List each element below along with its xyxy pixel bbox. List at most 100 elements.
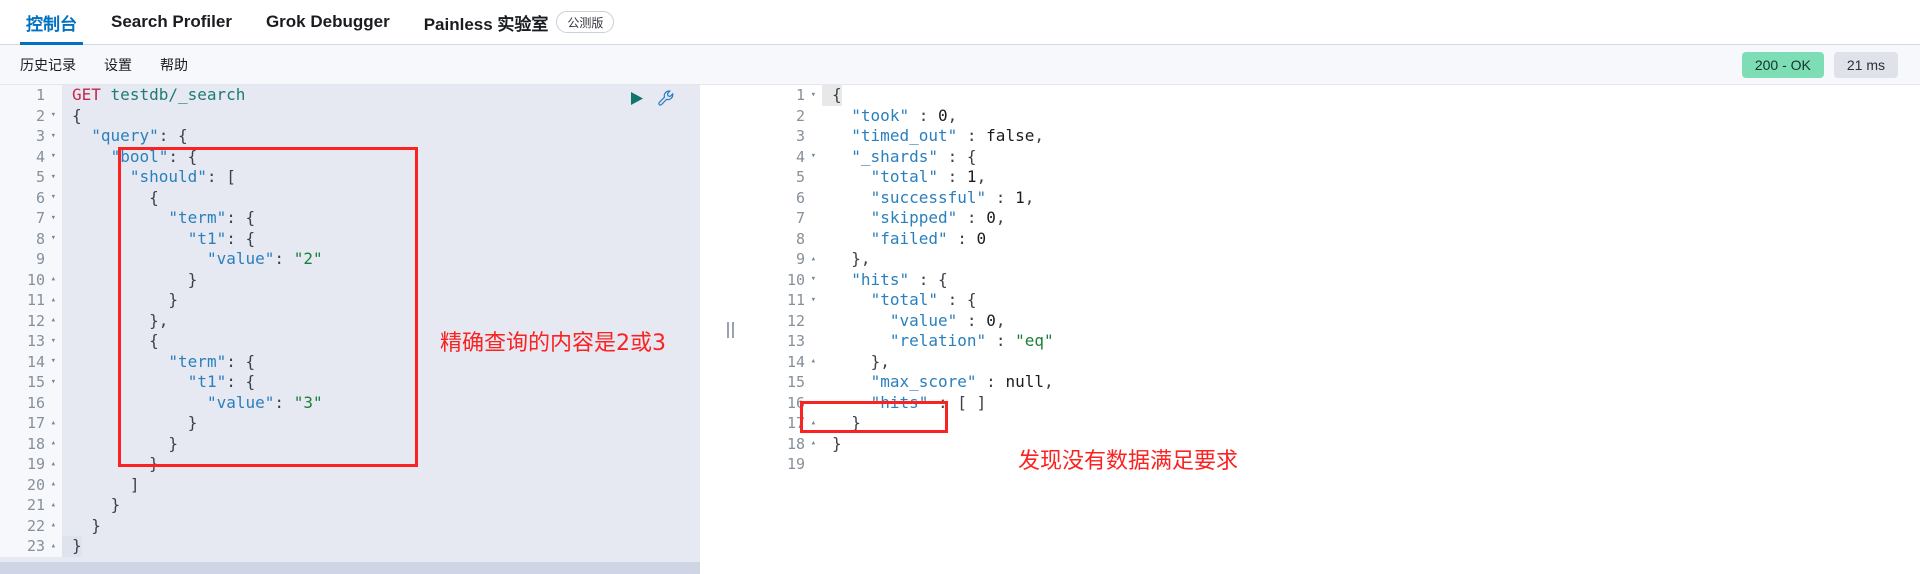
code-text: } — [149, 454, 159, 473]
code-line: 14 ▴ }, — [760, 351, 1920, 372]
fold-toggle-icon[interactable]: ▾ — [808, 295, 816, 305]
code-text: GET testdb/_search — [72, 85, 246, 104]
fold-toggle-icon[interactable]: ▾ — [808, 90, 816, 100]
code-line: 6 ▾ { — [0, 187, 700, 208]
code-line: 17 ▴ } — [760, 413, 1920, 434]
code-line: 10 ▴ } — [0, 269, 700, 290]
code-line: 8 ▾ "t1": { — [0, 228, 700, 249]
fold-toggle-icon[interactable]: ▴ — [808, 439, 816, 448]
request-annotation: 精确查询的内容是2或3 — [440, 331, 666, 356]
code-text: "bool": { — [110, 146, 198, 166]
line-number: 13 ▾ — [0, 331, 62, 352]
fold-toggle-icon[interactable]: ▴ — [48, 480, 56, 489]
fold-toggle-icon[interactable]: ▾ — [48, 172, 56, 182]
code-line: 15 ▾ "t1": { — [0, 372, 700, 393]
tab-grok-debugger[interactable]: Grok Debugger — [250, 0, 406, 45]
code-text: { — [149, 187, 159, 207]
code-line: 15 "max_score" : null, — [760, 372, 1920, 393]
sub-tab-history[interactable]: 历史记录 — [6, 55, 90, 75]
code-line: 9 ▴ }, — [760, 249, 1920, 270]
fold-toggle-icon[interactable]: ▾ — [48, 152, 56, 161]
code-line: 4 ▾ "_shards" : { — [760, 146, 1920, 167]
code-text: } — [832, 433, 842, 453]
fold-toggle-icon[interactable]: ▴ — [48, 459, 56, 469]
status-area: 200 - OK 21 ms — [1741, 51, 1920, 78]
code-text: "failed" : 0 — [870, 228, 987, 248]
code-text: } — [91, 515, 101, 535]
line-number: 8 ▾ — [0, 228, 62, 249]
line-number: 1 ▾ — [760, 85, 822, 106]
play-icon[interactable] — [628, 90, 645, 112]
code-text: "query": { — [91, 126, 188, 145]
code-text: } — [168, 290, 179, 309]
fold-toggle-icon[interactable]: ▴ — [48, 500, 56, 510]
code-line: 5 "total" : 1, — [760, 167, 1920, 188]
fold-toggle-icon[interactable]: ▴ — [808, 357, 816, 366]
fold-toggle-icon[interactable]: ▾ — [48, 213, 56, 223]
tab-painless-lab[interactable]: Painless 实验室 公测版 — [408, 0, 631, 45]
code-text: "skipped" : 0, — [870, 208, 1006, 227]
fold-toggle-icon[interactable]: ▴ — [48, 418, 56, 428]
code-text: } — [187, 269, 198, 289]
fold-toggle-icon[interactable]: ▾ — [48, 131, 56, 141]
fold-toggle-icon[interactable]: ▾ — [48, 111, 56, 120]
fold-toggle-icon[interactable]: ▾ — [48, 193, 56, 202]
line-number: 12 ▴ — [0, 310, 62, 331]
tab-grok-debugger-label: Grok Debugger — [265, 12, 390, 31]
request-horizontal-scrollbar[interactable] — [0, 562, 700, 574]
fold-toggle-icon[interactable]: ▴ — [48, 541, 56, 551]
code-line: 1 GET testdb/_search — [0, 85, 700, 106]
response-editor-pane[interactable]: 1 ▾{2 "took" : 0, 3 "timed_out" : false, 4 ▾… — [760, 85, 1920, 574]
code-text: "value": "2" — [206, 249, 323, 268]
fold-toggle-icon[interactable]: ▴ — [48, 316, 56, 325]
line-number: 22 ▴ — [0, 515, 62, 536]
code-line: 8 "failed" : 0 — [760, 228, 1920, 249]
splitter-grip-icon — [726, 321, 734, 338]
line-number: 10 ▴ — [0, 269, 62, 290]
fold-toggle-icon[interactable]: ▴ — [808, 254, 816, 264]
top-navigation-bar: 控制台 Search Profiler Grok Debugger Painle… — [0, 0, 1920, 45]
tab-search-profiler[interactable]: Search Profiler — [95, 0, 248, 45]
sub-tab-help[interactable]: 帮助 — [146, 55, 202, 75]
tab-console[interactable]: 控制台 — [10, 0, 93, 45]
response-code[interactable]: 1 ▾{2 "took" : 0, 3 "timed_out" : false, 4 ▾… — [760, 85, 1920, 574]
code-line: 20 ▴ ] — [0, 474, 700, 495]
line-number: 8 — [760, 228, 822, 249]
fold-toggle-icon[interactable]: ▾ — [48, 234, 56, 243]
code-line: 11 ▾ "total" : { — [760, 290, 1920, 311]
code-line: 19 ▴ } — [0, 454, 700, 475]
request-action-icons — [628, 89, 676, 113]
code-line: 11 ▴ } — [0, 290, 700, 311]
line-number: 20 ▴ — [0, 474, 62, 495]
pane-splitter[interactable] — [700, 85, 760, 574]
fold-toggle-icon[interactable]: ▾ — [48, 377, 56, 387]
fold-toggle-icon[interactable]: ▴ — [48, 521, 56, 530]
code-text: }, — [851, 249, 871, 268]
editor-area: 1 GET testdb/_search 2 ▾{3 ▾ "query": {4 ▾ "b… — [0, 85, 1920, 574]
code-line: 7 "skipped" : 0, — [760, 208, 1920, 229]
code-line: 23 ▴} — [0, 536, 700, 557]
code-line: 2 "took" : 0, — [760, 105, 1920, 126]
fold-toggle-icon[interactable]: ▾ — [48, 357, 56, 366]
fold-toggle-icon[interactable]: ▴ — [808, 418, 816, 428]
code-text: }, — [870, 351, 890, 371]
line-number: 3 — [760, 126, 822, 147]
wrench-icon[interactable] — [657, 89, 676, 113]
line-number: 5 ▾ — [0, 167, 62, 188]
sub-tab-settings[interactable]: 设置 — [90, 55, 146, 75]
code-text: "value": "3" — [206, 392, 323, 412]
fold-toggle-icon[interactable]: ▾ — [48, 336, 56, 346]
fold-toggle-icon[interactable]: ▴ — [48, 275, 56, 284]
line-number: 11 ▾ — [760, 290, 822, 311]
code-text: "term": { — [168, 208, 256, 227]
code-line: 13 "relation" : "eq" — [760, 331, 1920, 352]
code-text: } — [62, 536, 82, 557]
code-text: "total" : { — [870, 290, 977, 309]
fold-toggle-icon[interactable]: ▴ — [48, 439, 56, 448]
code-line: 12 "value" : 0, — [760, 310, 1920, 331]
code-text: "should": [ — [129, 167, 236, 186]
fold-toggle-icon[interactable]: ▴ — [48, 295, 56, 305]
fold-toggle-icon[interactable]: ▾ — [808, 152, 816, 161]
fold-toggle-icon[interactable]: ▾ — [808, 275, 816, 284]
code-line: 16 "hits" : [ ] — [760, 392, 1920, 413]
